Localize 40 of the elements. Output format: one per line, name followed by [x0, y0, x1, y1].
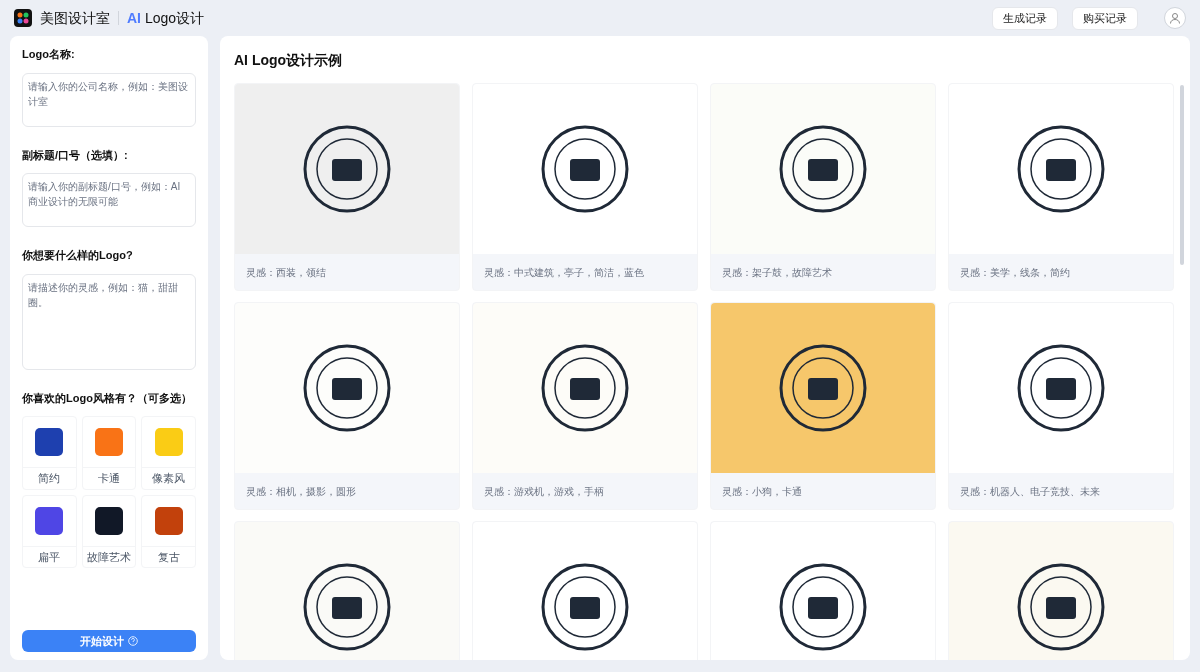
user-avatar-button[interactable] — [1164, 7, 1186, 29]
card-caption: 灵感：美学，线条，简约 — [959, 265, 1071, 280]
help-icon — [128, 636, 138, 646]
example-card[interactable]: 灵感：小狗，卡通 — [710, 302, 936, 510]
example-card[interactable]: 灵感：西装，领结 — [234, 83, 460, 291]
card-caption: 灵感：相机，摄影，圆形 — [245, 484, 357, 499]
user-icon — [1169, 12, 1181, 24]
card-caption: 灵感：中式建筑，亭子，简洁，蓝色 — [483, 265, 645, 280]
style-option[interactable]: 像素风 — [141, 416, 196, 490]
field-label: 副标题/口号（选填）: — [22, 147, 129, 163]
style-option[interactable]: 扁平 — [22, 494, 77, 568]
card-caption: 灵感：游戏机，游戏，手柄 — [483, 484, 605, 499]
style-option[interactable]: 复古 — [141, 494, 196, 568]
card-caption: 灵感：架子鼓，故障艺术 — [721, 265, 833, 280]
record-button[interactable]: 生成记录 — [992, 6, 1058, 30]
field-label: 你喜欢的Logo风格有？（可多选） — [22, 390, 193, 406]
start-design-button[interactable]: 开始设计 — [22, 630, 196, 652]
brand-name: 美图设计室 — [40, 8, 110, 28]
text-field[interactable]: 请输入你的公司名称，例如：美图设计室 — [22, 72, 196, 127]
card-caption: 灵感：小狗，卡通 — [721, 484, 803, 499]
field-label: 你想要什么样的Logo? — [22, 248, 134, 263]
gallery-title: AI Logo设计示例 — [234, 51, 344, 70]
product-name: AI Logo设计 — [127, 8, 205, 28]
style-option[interactable]: 简约 — [22, 416, 77, 490]
example-card[interactable]: 灵感：架子鼓，故障艺术 — [710, 83, 936, 291]
card-caption: 灵感：西装，领结 — [245, 265, 327, 280]
example-card[interactable]: 灵感：美学，线条，简约 — [948, 83, 1174, 291]
example-card[interactable]: 灵感：中式建筑，亭子，简洁，蓝色 — [472, 83, 698, 291]
style-option[interactable]: 卡通 — [81, 416, 137, 490]
example-card[interactable]: 灵感：游戏机，游戏，手柄 — [472, 302, 698, 510]
record-button[interactable]: 购买记录 — [1072, 6, 1138, 30]
text-field[interactable]: 请描述你的灵感，例如：猫，甜甜圈。 — [22, 273, 196, 370]
scrollbar[interactable] — [1180, 85, 1184, 265]
example-card[interactable]: 灵感：相机，摄影，圆形 — [234, 302, 460, 510]
field-label: Logo名称: — [22, 47, 76, 62]
style-option[interactable]: 故障艺术 — [81, 494, 137, 568]
app-logo-icon — [14, 9, 32, 27]
text-field[interactable]: 请输入你的副标题/口号，例如：AI商业设计的无限可能 — [22, 173, 196, 227]
card-caption: 灵感：机器人、电子竞技、未来 — [959, 484, 1101, 499]
example-card[interactable]: 灵感：机器人、电子竞技、未来 — [948, 302, 1174, 510]
